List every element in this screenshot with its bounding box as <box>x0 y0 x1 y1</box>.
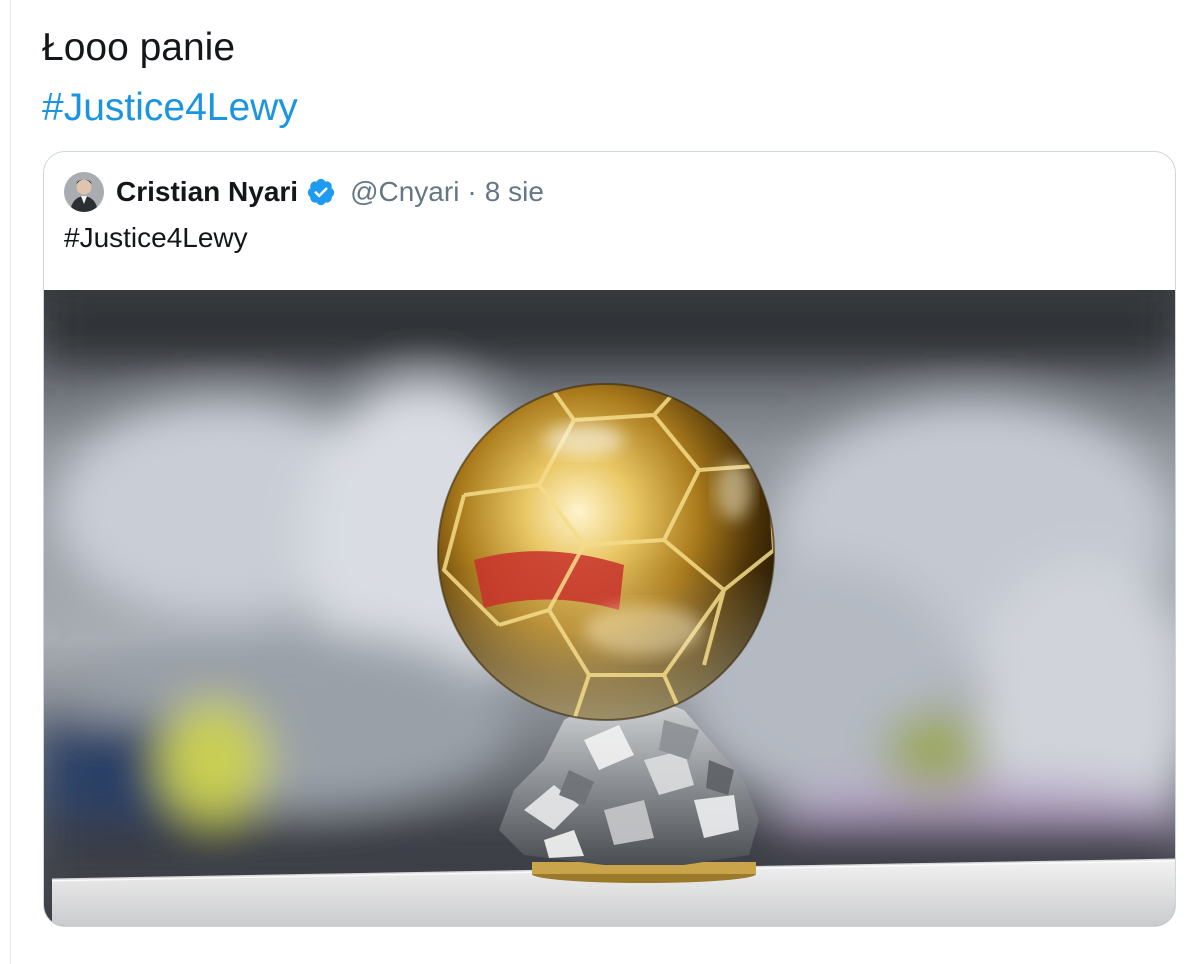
tweet-text: Łooo panie #Justice4Lewy <box>42 18 1162 138</box>
verified-badge-icon <box>306 177 336 207</box>
thread-divider <box>10 0 11 964</box>
quoted-tweet-text: #Justice4Lewy <box>64 222 248 253</box>
tweet-text-line: Łooo panie <box>42 26 236 69</box>
quoted-tweet-header: Cristian Nyari @Cnyari · 8 sie <box>64 172 544 212</box>
tweet-view: Łooo panie #Justice4Lewy Cristian Nyari <box>0 0 1193 964</box>
separator-dot: · <box>467 176 477 207</box>
author-handle[interactable]: @Cnyari <box>350 176 459 208</box>
hashtag-link[interactable]: #Justice4Lewy <box>42 78 1162 138</box>
golden-ball-trophy-image <box>44 290 1175 926</box>
quoted-tweet-card[interactable]: Cristian Nyari @Cnyari · 8 sie #Justice4… <box>43 151 1176 927</box>
tweet-timestamp[interactable]: 8 sie <box>485 176 544 208</box>
tweet-media-image[interactable] <box>44 290 1175 926</box>
author-name[interactable]: Cristian Nyari <box>116 176 298 208</box>
avatar[interactable] <box>64 172 104 212</box>
